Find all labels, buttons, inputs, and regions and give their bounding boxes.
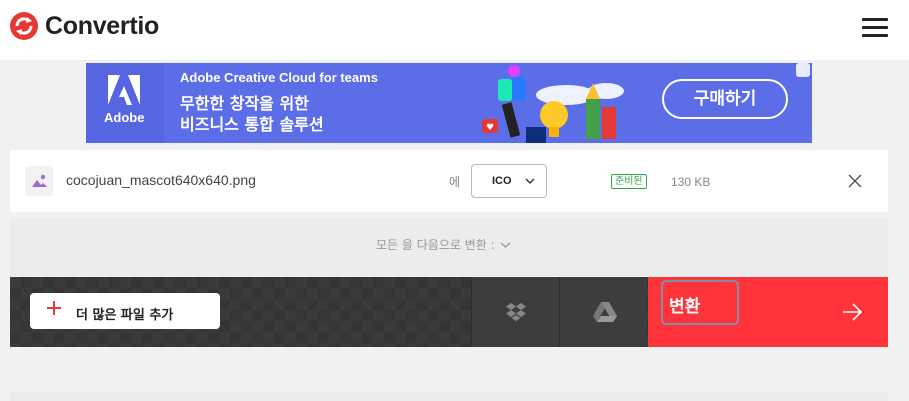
ad-illustration: ♥ (482, 65, 624, 143)
convertio-logo-icon (10, 12, 38, 40)
chevron-down-icon (500, 242, 511, 248)
convert-all-row: 모든 을 다음으로 변환 : (10, 218, 888, 276)
format-select[interactable]: ICO (471, 164, 547, 198)
google-drive-icon (593, 302, 617, 322)
ad-advertiser: Adobe (104, 110, 145, 125)
convert-button[interactable]: 변환 (648, 277, 888, 347)
adobe-logo: Adobe (86, 63, 164, 143)
header: Convertio (0, 0, 909, 60)
ad-title: Adobe Creative Cloud for teams (180, 70, 378, 85)
image-icon (25, 166, 53, 196)
convert-all-label: 모든 을 다음으로 변환 : (376, 238, 495, 252)
logo[interactable]: Convertio (9, 10, 159, 42)
ad-info-icon[interactable] (796, 63, 810, 77)
ad-banner[interactable]: Adobe Adobe Creative Cloud for teams 무한한… (86, 63, 812, 143)
arrow-right-icon (843, 303, 863, 321)
convert-label-focus: 변환 (661, 280, 739, 325)
action-bar: 더 많은 파일 추가 변환 (10, 277, 888, 347)
dropbox-button[interactable] (471, 277, 559, 347)
chevron-down-icon (525, 178, 535, 184)
svg-text:♥: ♥ (486, 123, 494, 133)
ad-cta-button[interactable]: 구매하기 (662, 79, 788, 119)
add-more-files-label: 더 많은 파일 추가 (76, 308, 174, 323)
hamburger-menu-icon[interactable] (862, 18, 888, 38)
file-size: 130 KB (671, 175, 711, 189)
file-item: cocojuan_mascot640x640.png 에 ICO 준비된 130… (10, 150, 888, 212)
status-badge: 준비된 (611, 174, 647, 189)
next-section-edge (10, 392, 888, 401)
ad-line-2: 비즈니스 통합 솔루션 (180, 115, 324, 134)
google-drive-button[interactable] (559, 277, 647, 347)
convert-label: 변환 (669, 297, 701, 317)
plus-icon (47, 301, 61, 315)
brand-name: Convertio (45, 11, 159, 40)
dropbox-icon (506, 303, 526, 321)
to-label: 에 (449, 175, 461, 189)
add-more-files-button[interactable]: 더 많은 파일 추가 (30, 293, 220, 329)
file-name: cocojuan_mascot640x640.png (66, 172, 256, 188)
adobe-logo-icon (108, 75, 140, 105)
format-value: ICO (492, 175, 512, 187)
convert-all-dropdown[interactable]: 모든 을 다음으로 변환 : (376, 236, 511, 253)
close-icon[interactable] (848, 174, 862, 188)
